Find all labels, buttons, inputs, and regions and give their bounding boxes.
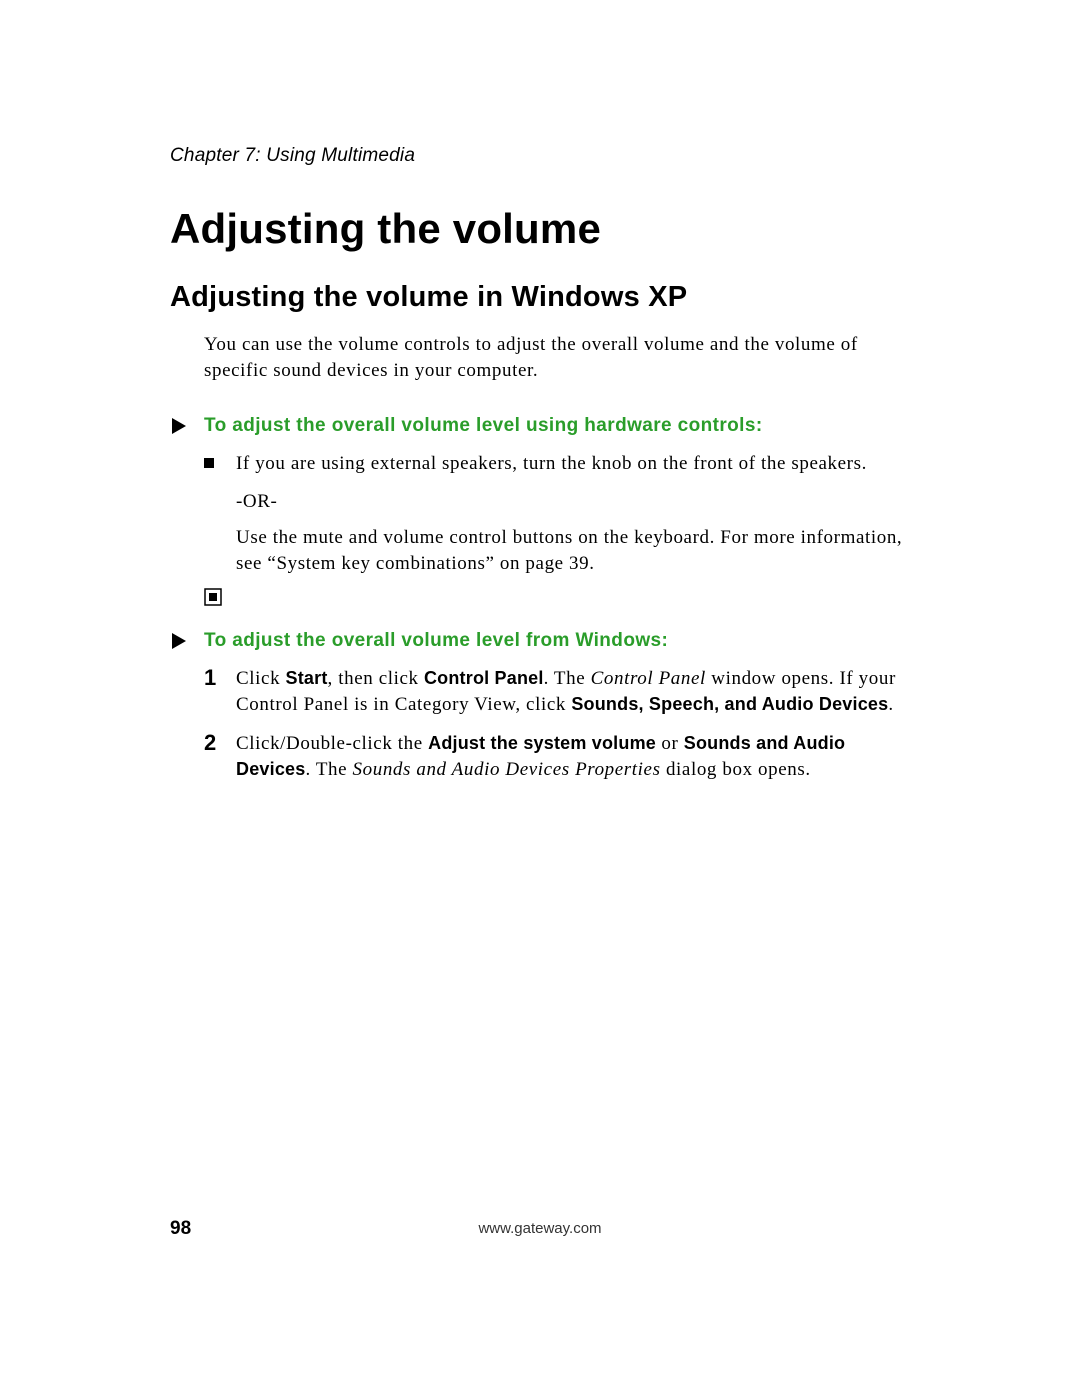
- text-run: or: [656, 733, 684, 754]
- procedure-block-2: To adjust the overall volume level from …: [170, 630, 910, 783]
- bold-term: Control Panel: [424, 668, 544, 688]
- bullet-text: If you are using external speakers, turn…: [236, 451, 867, 477]
- play-arrow-icon: [170, 417, 190, 435]
- bold-term: Start: [286, 668, 328, 688]
- bold-term: Adjust the system volume: [428, 733, 656, 753]
- step-number: 2: [204, 731, 232, 755]
- chapter-label: Chapter 7: Using Multimedia: [170, 145, 910, 167]
- step-text: Click Start, then click Control Panel. T…: [236, 666, 910, 717]
- numbered-steps: 1Click Start, then click Control Panel. …: [170, 666, 910, 783]
- text-run: dialog box opens.: [661, 759, 811, 780]
- page-footer: 98 www.gateway.com: [0, 1220, 1080, 1237]
- text-run: . The: [305, 759, 352, 780]
- italic-term: Sounds and Audio Devices Properties: [353, 759, 661, 780]
- step-number: 1: [204, 666, 232, 690]
- footer-url: www.gateway.com: [478, 1220, 601, 1237]
- step-text: Click/Double-click the Adjust the system…: [236, 731, 910, 782]
- square-bullet-icon: [204, 458, 214, 468]
- play-arrow-icon: [170, 632, 190, 650]
- procedure-heading-row: To adjust the overall volume level using…: [170, 415, 910, 437]
- italic-term: Control Panel: [591, 668, 706, 689]
- bullet-row: If you are using external speakers, turn…: [204, 451, 910, 477]
- procedure-heading: To adjust the overall volume level using…: [204, 415, 763, 437]
- bold-term: Sounds, Speech, and Audio Devices: [571, 694, 888, 714]
- numbered-step: 2Click/Double-click the Adjust the syste…: [204, 731, 910, 782]
- procedure-block-1: To adjust the overall volume level using…: [170, 415, 910, 606]
- heading-1: Adjusting the volume: [170, 205, 910, 253]
- numbered-step: 1Click Start, then click Control Panel. …: [204, 666, 910, 717]
- or-separator: -OR-: [236, 491, 910, 513]
- text-run: . The: [544, 668, 591, 689]
- end-of-procedure-icon: [204, 588, 910, 606]
- text-run: , then click: [328, 668, 424, 689]
- text-run: Click/Double-click the: [236, 733, 428, 754]
- text-run: .: [888, 694, 893, 715]
- intro-paragraph: You can use the volume controls to adjus…: [204, 332, 910, 383]
- after-or-text: Use the mute and volume control buttons …: [236, 525, 910, 576]
- heading-2: Adjusting the volume in Windows XP: [170, 281, 910, 314]
- procedure-heading: To adjust the overall volume level from …: [204, 630, 668, 652]
- procedure-heading-row: To adjust the overall volume level from …: [170, 630, 910, 652]
- text-run: Click: [236, 668, 286, 689]
- page-number: 98: [170, 1218, 191, 1240]
- page-content: Chapter 7: Using Multimedia Adjusting th…: [0, 0, 1080, 783]
